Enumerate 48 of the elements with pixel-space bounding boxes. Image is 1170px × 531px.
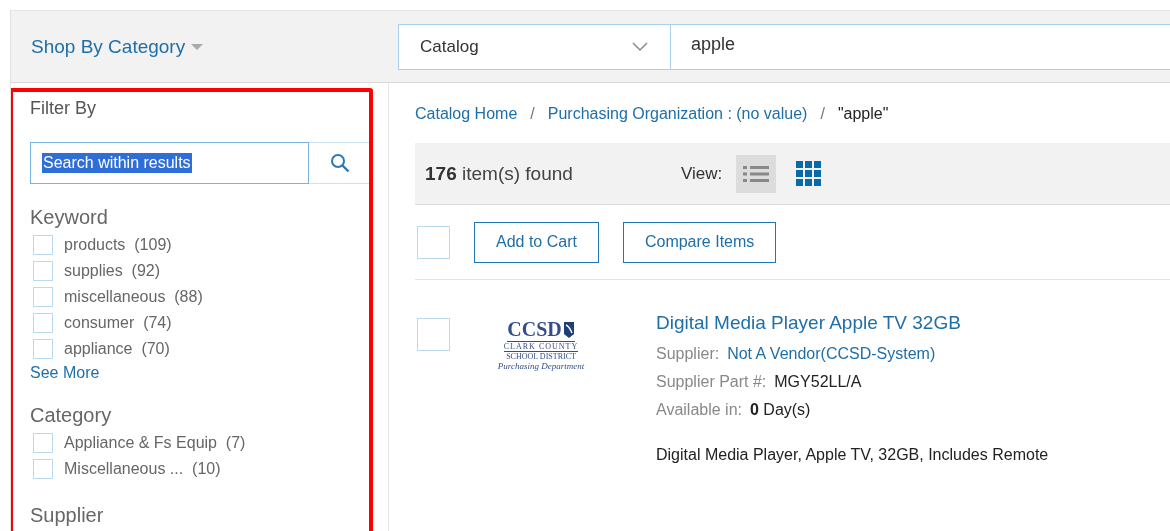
product-title-link[interactable]: Digital Media Player Apple TV 32GB (656, 312, 1049, 334)
breadcrumb-link[interactable]: Purchasing Organization : (no value) (547, 105, 808, 123)
checkbox[interactable] (417, 225, 450, 259)
filter-group-title: Category (30, 404, 113, 427)
breadcrumb-separator: / (820, 105, 825, 123)
filter-option[interactable]: products (109) (64, 236, 172, 254)
grid-icon (795, 161, 821, 186)
see-more-link[interactable]: See More (30, 364, 388, 382)
breadcrumb-link[interactable]: Catalog Home (415, 105, 518, 123)
action-button[interactable]: Compare Items (622, 221, 777, 263)
detail-value: 0 Day(s) (750, 401, 811, 419)
view-label: View: (681, 163, 723, 184)
checkbox[interactable] (33, 261, 53, 281)
filter-title: Filter By (30, 98, 97, 120)
list-icon (743, 164, 770, 183)
filter-option[interactable]: miscellaneous (88) (64, 288, 203, 306)
search-button[interactable] (309, 142, 371, 184)
checkbox[interactable] (33, 433, 53, 453)
checkbox[interactable] (33, 287, 53, 307)
checkbox[interactable] (33, 313, 53, 333)
product-description: Digital Media Player, Apple TV, 32GB, Includes Remote (656, 446, 1049, 464)
detail-value: MGY52LL/A (774, 373, 862, 391)
filter-option[interactable]: Appliance & Fs Equip (7) (64, 434, 246, 452)
breadcrumb-separator: / (530, 105, 535, 123)
filter-option[interactable]: consumer (74) (64, 314, 172, 332)
results-count: 176 item(s) found (425, 162, 574, 185)
supplier-link[interactable]: Not A Vendor(CCSD-System) (727, 345, 936, 363)
checkbox[interactable] (33, 235, 53, 255)
detail-label: Available in: (656, 401, 742, 419)
detail-label: Supplier Part #: (656, 373, 767, 391)
checkbox[interactable] (417, 318, 450, 351)
action-button[interactable]: Add to Cart (474, 221, 599, 263)
search-field[interactable]: Search within results (30, 142, 309, 184)
flag-icon (562, 320, 575, 339)
breadcrumb-current: "apple" (837, 105, 889, 123)
filter-group-title: Supplier (30, 504, 105, 527)
filter-option[interactable]: appliance (70) (64, 340, 170, 358)
category-menu[interactable]: Shop By Category (11, 35, 398, 58)
supplier-logo: CCSD CLARK COUNTY SCHOOL DISTRICT Purchasing Department (496, 318, 586, 371)
checkbox[interactable] (33, 339, 53, 359)
search-icon (329, 153, 350, 173)
detail-label: Supplier: (656, 345, 720, 363)
filter-option[interactable]: supplies (92) (64, 262, 161, 280)
filter-option[interactable]: Miscellaneous ... (10) (64, 460, 221, 478)
filter-group-title: Keyword (30, 206, 109, 229)
list-view-button[interactable] (736, 154, 777, 193)
caret-icon (191, 42, 204, 51)
checkbox[interactable] (33, 459, 53, 479)
